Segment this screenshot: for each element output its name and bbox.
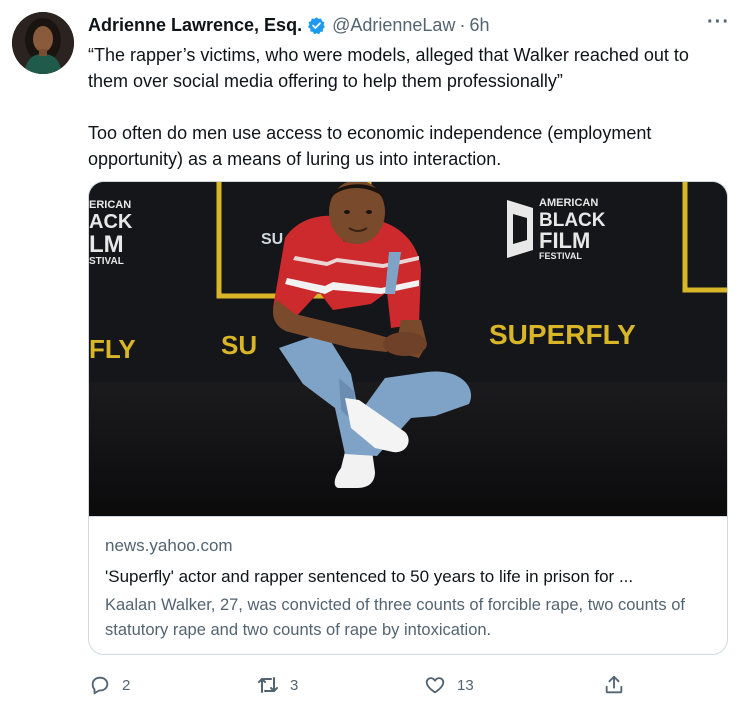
image-text-fly-left: FLY — [89, 334, 136, 364]
retweet-icon — [256, 673, 280, 697]
image-text-su-top: SU — [261, 231, 283, 248]
image-banner-right-4: FESTIVAL — [539, 251, 582, 261]
more-icon[interactable]: ··· — [707, 12, 730, 32]
tweet-paragraph-quote: “The rapper’s victims, who were models, … — [88, 45, 689, 91]
share-button[interactable] — [602, 670, 626, 700]
link-card[interactable]: ERICAN ACK LM STIVAL AMERICAN BLACK FILM… — [88, 181, 728, 655]
image-text-superfly: SUPERFLY — [489, 319, 636, 350]
retweet-button[interactable]: 3 — [256, 670, 298, 700]
image-banner-right-3: FILM — [539, 228, 590, 253]
image-banner-left-1: ERICAN — [89, 199, 131, 211]
tweet-paragraph-comment: Too often do men use access to economic … — [88, 123, 652, 169]
tweet-actions: 2 3 13 — [88, 670, 628, 700]
separator-dot: · — [459, 14, 466, 35]
reply-count: 2 — [122, 676, 131, 694]
card-title[interactable]: 'Superfly' actor and rapper sentenced to… — [105, 565, 711, 589]
image-banner-left-4: STIVAL — [89, 256, 124, 267]
reply-button[interactable]: 2 — [88, 670, 130, 700]
verified-badge-icon — [307, 16, 326, 35]
image-text-su-mid: SU — [221, 330, 257, 360]
card-image[interactable]: ERICAN ACK LM STIVAL AMERICAN BLACK FILM… — [89, 182, 727, 516]
share-icon — [602, 673, 626, 697]
card-description: Kaalan Walker, 27, was convicted of thre… — [105, 596, 685, 639]
like-icon — [423, 673, 447, 697]
author-name[interactable]: Adrienne Lawrence, Esq. — [88, 15, 302, 36]
like-count: 13 — [457, 676, 474, 694]
tweet-text: “The rapper’s victims, who were models, … — [88, 42, 728, 172]
avatar[interactable] — [12, 12, 74, 74]
image-banner-left-2: ACK — [89, 211, 133, 233]
like-button[interactable]: 13 — [423, 670, 474, 700]
festival-logo — [507, 200, 533, 258]
image-banner-left-3: LM — [89, 231, 124, 258]
card-info[interactable]: news.yahoo.com 'Superfly' actor and rapp… — [89, 516, 727, 654]
author-handle[interactable]: @AdrienneLaw — [332, 15, 455, 36]
tweet-header: Adrienne Lawrence, Esq. @AdrienneLaw · 6… — [88, 12, 730, 38]
reply-icon — [88, 673, 112, 697]
card-domain: news.yahoo.com — [105, 536, 233, 555]
timestamp[interactable]: 6h — [469, 15, 489, 36]
image-banner-right-1: AMERICAN — [539, 197, 598, 209]
retweet-count: 3 — [290, 676, 299, 694]
tweet[interactable]: Adrienne Lawrence, Esq. @AdrienneLaw · 6… — [0, 0, 744, 716]
